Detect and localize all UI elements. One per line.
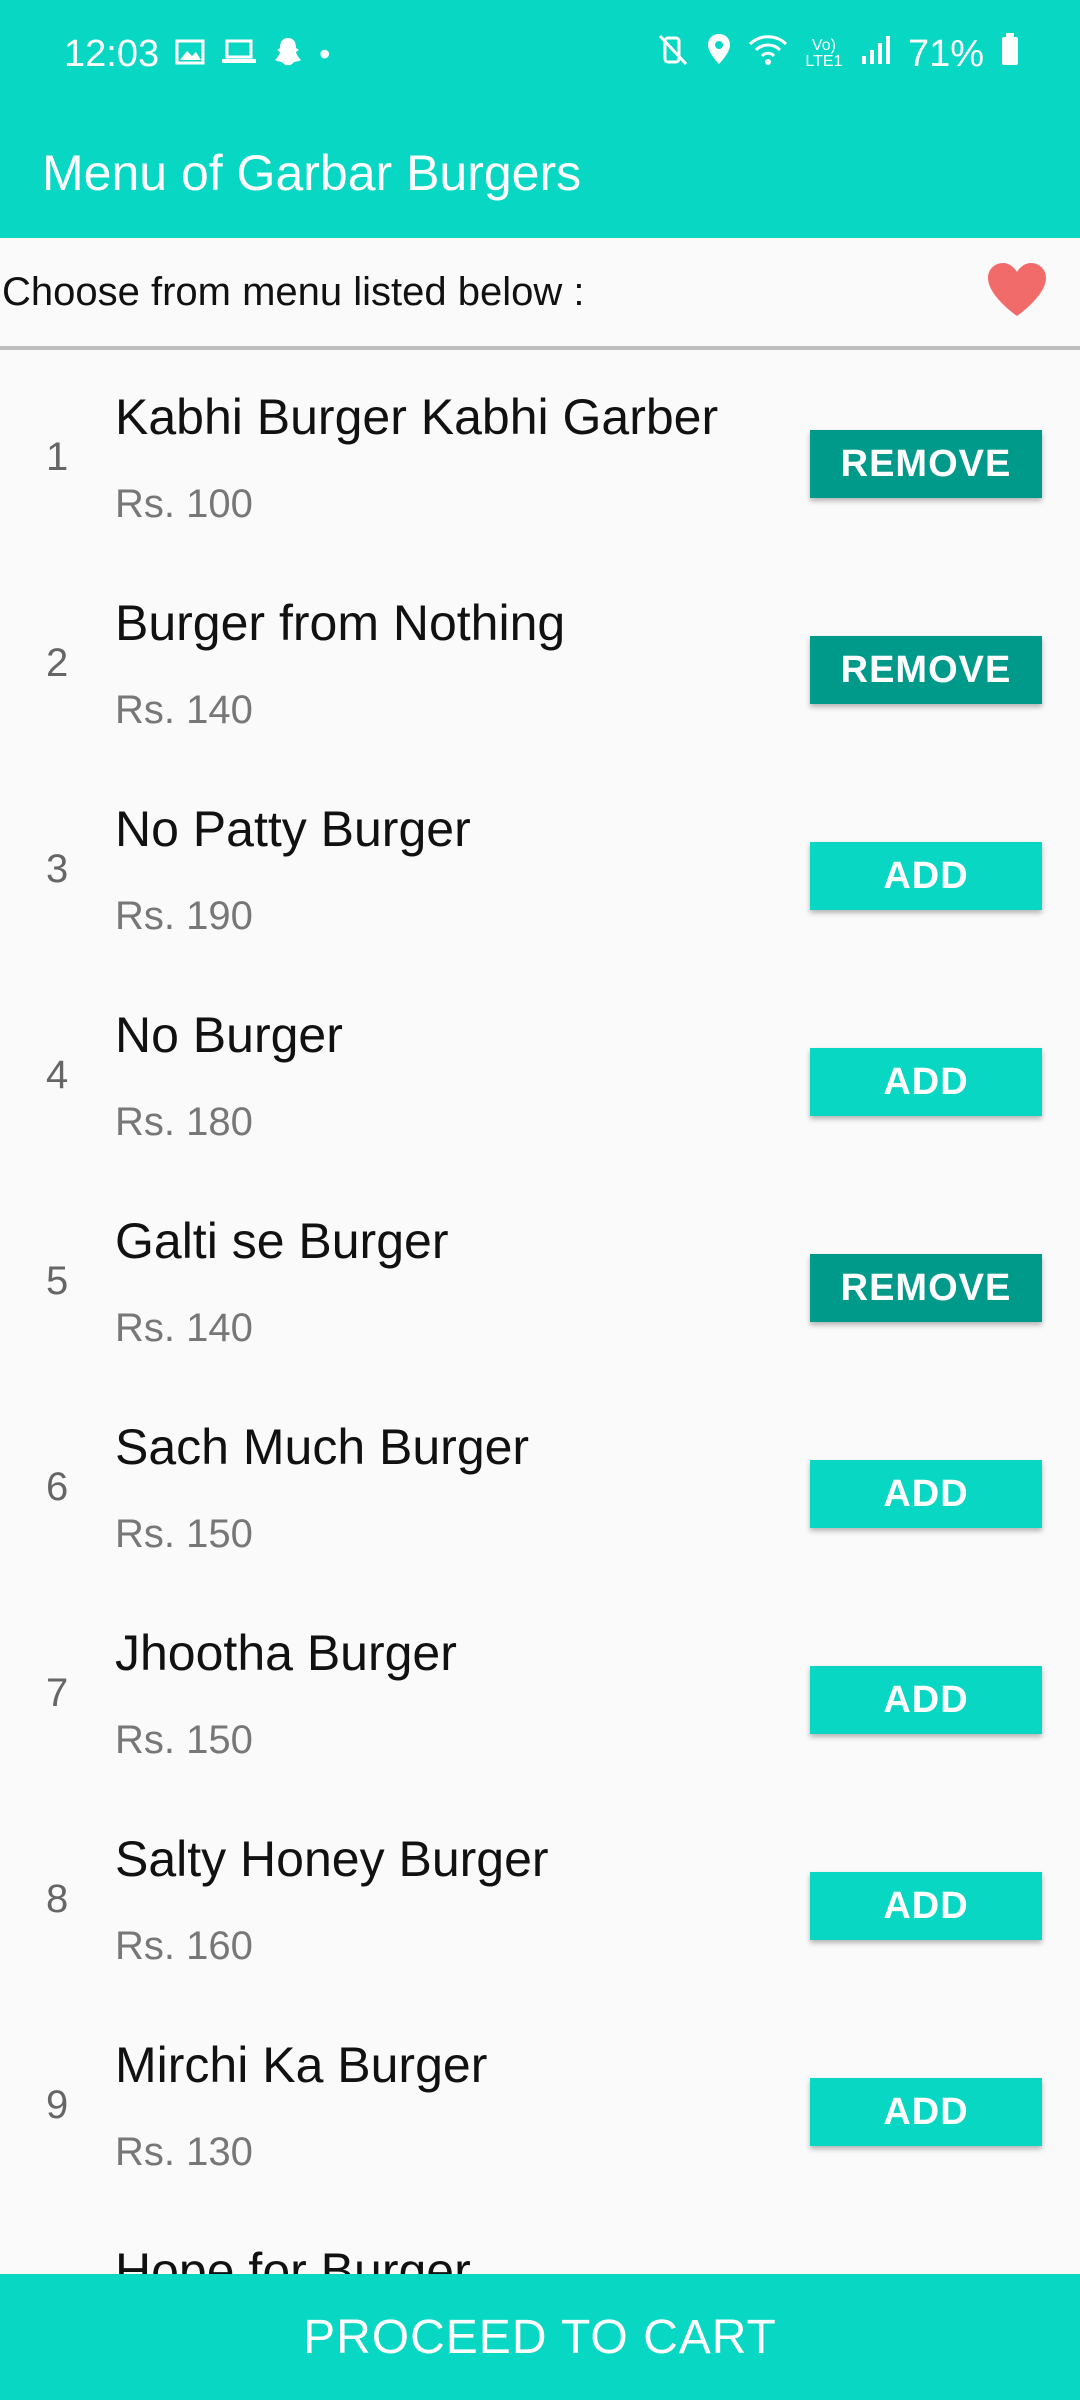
wifi-icon: [748, 33, 788, 76]
list-item: 2 Burger from Nothing Rs. 140 REMOVE: [0, 560, 1080, 766]
item-price: Rs. 140: [115, 688, 253, 732]
item-number: 4: [46, 1052, 69, 1097]
proceed-to-cart-button[interactable]: PROCEED TO CART: [0, 2274, 1080, 2400]
list-item: 1 Kabhi Burger Kabhi Garber Rs. 100 REMO…: [0, 354, 1080, 560]
add-button[interactable]: ADD: [810, 1872, 1042, 1940]
item-name: Hope for Burger: [115, 2243, 471, 2274]
volte-icon: Vo) LTE1: [805, 37, 843, 70]
item-price: Rs. 130: [115, 2130, 253, 2174]
remove-button[interactable]: REMOVE: [810, 430, 1042, 498]
list-item: 10 Hope for Burger: [0, 2208, 1080, 2274]
item-price: Rs. 140: [115, 1306, 253, 1350]
item-name: Burger from Nothing: [115, 595, 566, 651]
status-bar-right: Vo) LTE1 71%: [656, 32, 1020, 76]
list-item: 6 Sach Much Burger Rs. 150 ADD: [0, 1384, 1080, 1590]
item-number: 3: [46, 846, 69, 891]
status-time: 12:03: [64, 32, 160, 75]
laptop-icon: [221, 37, 257, 72]
item-number: 8: [46, 1876, 69, 1921]
snapchat-icon: [273, 36, 303, 73]
battery-percent: 71%: [907, 32, 984, 75]
mute-vibrate-icon: [656, 33, 690, 76]
item-name: Galti se Burger: [115, 1213, 449, 1269]
item-price: Rs. 150: [115, 1512, 253, 1556]
page-title: Menu of Garbar Burgers: [42, 145, 582, 201]
item-number: 9: [46, 2082, 69, 2127]
item-number: 7: [46, 1670, 69, 1715]
image-icon: [175, 37, 205, 72]
list-item: 3 No Patty Burger Rs. 190 ADD: [0, 766, 1080, 972]
location-icon: [706, 32, 732, 76]
menu-header: Choose from menu listed below :: [0, 238, 1080, 350]
dot-icon: •: [319, 36, 331, 72]
item-name: No Burger: [115, 1007, 343, 1063]
add-button[interactable]: ADD: [810, 1666, 1042, 1734]
item-price: Rs. 100: [115, 482, 253, 526]
status-bar: 12:03 • Vo) LTE1 71%: [0, 0, 1080, 108]
add-button[interactable]: ADD: [810, 2078, 1042, 2146]
item-name: Mirchi Ka Burger: [115, 2037, 488, 2093]
menu-list[interactable]: 1 Kabhi Burger Kabhi Garber Rs. 100 REMO…: [0, 354, 1080, 2274]
list-item: 4 No Burger Rs. 180 ADD: [0, 972, 1080, 1178]
remove-button[interactable]: REMOVE: [810, 636, 1042, 704]
item-price: Rs. 190: [115, 894, 253, 938]
add-button[interactable]: ADD: [810, 1460, 1042, 1528]
item-name: Sach Much Burger: [115, 1419, 530, 1475]
list-item: 8 Salty Honey Burger Rs. 160 ADD: [0, 1796, 1080, 2002]
item-name: Jhootha Burger: [115, 1625, 457, 1681]
list-item: 5 Galti se Burger Rs. 140 REMOVE: [0, 1178, 1080, 1384]
add-button[interactable]: ADD: [810, 1048, 1042, 1116]
item-number: 5: [46, 1258, 69, 1303]
heart-icon[interactable]: [986, 262, 1048, 323]
item-price: Rs. 150: [115, 1718, 253, 1762]
app-bar: Menu of Garbar Burgers: [0, 108, 1080, 238]
item-name: Salty Honey Burger: [115, 1831, 549, 1887]
signal-icon: [860, 33, 892, 76]
status-bar-left: 12:03 •: [64, 33, 330, 76]
add-button[interactable]: ADD: [810, 842, 1042, 910]
list-item: 9 Mirchi Ka Burger Rs. 130 ADD: [0, 2002, 1080, 2208]
battery-icon: [1000, 32, 1020, 76]
item-price: Rs. 160: [115, 1924, 253, 1968]
item-number: 10: [46, 2208, 91, 2274]
remove-button[interactable]: REMOVE: [810, 1254, 1042, 1322]
list-item: 7 Jhootha Burger Rs. 150 ADD: [0, 1590, 1080, 1796]
item-price: Rs. 180: [115, 1100, 253, 1144]
item-name: Kabhi Burger Kabhi Garber: [115, 389, 719, 445]
item-number: 6: [46, 1464, 69, 1509]
item-number: 1: [46, 434, 69, 479]
menu-instruction: Choose from menu listed below :: [2, 269, 585, 314]
item-number: 2: [46, 640, 69, 685]
item-name: No Patty Burger: [115, 801, 471, 857]
